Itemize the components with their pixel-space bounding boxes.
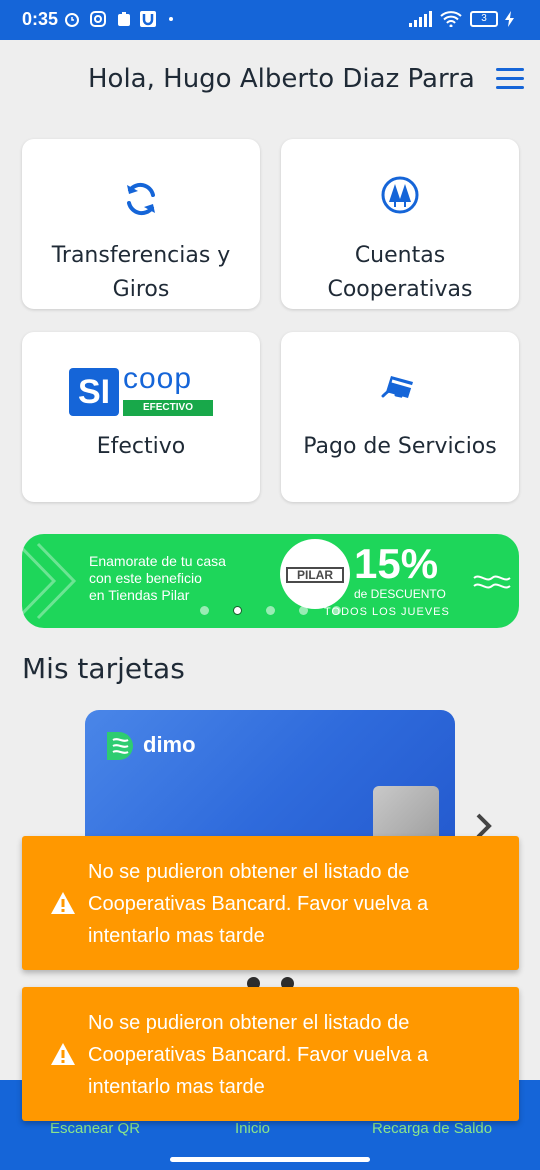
credit-card-payment-icon xyxy=(381,376,414,398)
siccoop-logo: SI coop EFECTIVO xyxy=(69,362,213,418)
wave-icon xyxy=(473,575,511,589)
discount-percent: 15% xyxy=(354,540,439,587)
toast-message: No se pudieron obtener el listado de Coo… xyxy=(88,861,429,947)
banner-line-1: Enamorate de tu casa xyxy=(89,553,226,569)
mis-tarjetas-title: Mis tarjetas xyxy=(22,652,185,685)
carousel-dot[interactable] xyxy=(332,606,341,615)
wifi-icon xyxy=(440,11,462,27)
instagram-icon xyxy=(90,11,106,27)
carousel-dot[interactable] xyxy=(200,606,209,615)
nav-recarga-saldo[interactable]: Recarga de Saldo xyxy=(372,1120,492,1137)
error-toast[interactable]: No se pudieron obtener el listado de Coo… xyxy=(22,836,519,970)
nav-escanear-qr[interactable]: Escanear QR xyxy=(50,1120,140,1137)
warning-icon xyxy=(51,892,75,914)
hamburger-menu-icon xyxy=(496,68,524,71)
battery-icon: 3 xyxy=(470,11,498,27)
pago-servicios-label: Pago de Servicios xyxy=(303,434,497,459)
efectivo-label: Efectivo xyxy=(96,434,186,459)
status-time: 0:35 xyxy=(22,9,59,29)
nav-inicio[interactable]: Inicio xyxy=(235,1120,270,1137)
app-notification-icon xyxy=(118,12,130,26)
carousel-dot[interactable] xyxy=(299,606,308,615)
siccoop-si-text: SI xyxy=(69,368,119,416)
pilar-promo-banner[interactable]: Enamorate de tu casa con este beneficio … xyxy=(22,534,519,628)
cuentas-cooperativas-card[interactable]: Cuentas Cooperativas xyxy=(281,139,519,309)
carousel-dot-active[interactable] xyxy=(233,606,242,615)
pilar-logo: PILAR xyxy=(280,539,350,609)
discount-days: TODOS LOS JUEVES xyxy=(324,606,450,618)
transferencias-card[interactable]: Transferencias y Giros xyxy=(22,139,260,309)
siccoop-coop-text: coop xyxy=(123,362,193,395)
refresh-transfer-icon xyxy=(127,182,155,216)
pilar-brand-text: PILAR xyxy=(286,567,344,583)
carousel-dot[interactable] xyxy=(266,606,275,615)
chevron-decoration-icon xyxy=(22,542,77,620)
status-bar: 0:35 3 xyxy=(0,0,540,40)
error-toast[interactable]: No se pudieron obtener el listado de Coo… xyxy=(22,987,519,1121)
cuentas-cooperativas-label: Cuentas Cooperativas xyxy=(327,243,473,302)
dimo-brand-text: dimo xyxy=(143,732,196,757)
banner-line-3: en Tiendas Pilar xyxy=(89,587,190,603)
u-app-icon xyxy=(140,11,156,27)
greeting-title: Hola, Hugo Alberto Diaz Parra xyxy=(88,64,475,94)
notification-dot-icon xyxy=(169,17,173,21)
transferencias-label: Transferencias y Giros xyxy=(51,243,231,302)
pago-servicios-card[interactable]: Pago de Servicios xyxy=(281,332,519,502)
warning-icon xyxy=(51,1043,75,1065)
efectivo-card[interactable]: SI coop EFECTIVO Efectivo xyxy=(22,332,260,502)
dimo-logo-icon xyxy=(107,732,133,760)
alarm-icon xyxy=(65,13,79,27)
charging-bolt-icon xyxy=(505,11,514,27)
banner-text: Enamorate de tu casa con este beneficio … xyxy=(89,553,226,604)
menu-button[interactable] xyxy=(496,68,524,92)
home-indicator[interactable] xyxy=(170,1157,370,1162)
toast-message: No se pudieron obtener el listado de Coo… xyxy=(88,1012,429,1098)
siccoop-efectivo-tag: EFECTIVO xyxy=(123,400,213,416)
signal-icon xyxy=(409,11,432,27)
banner-line-2: con este beneficio xyxy=(89,570,202,586)
discount-label: de DESCUENTO xyxy=(354,587,446,601)
cooperative-pine-trees-icon xyxy=(381,176,419,214)
